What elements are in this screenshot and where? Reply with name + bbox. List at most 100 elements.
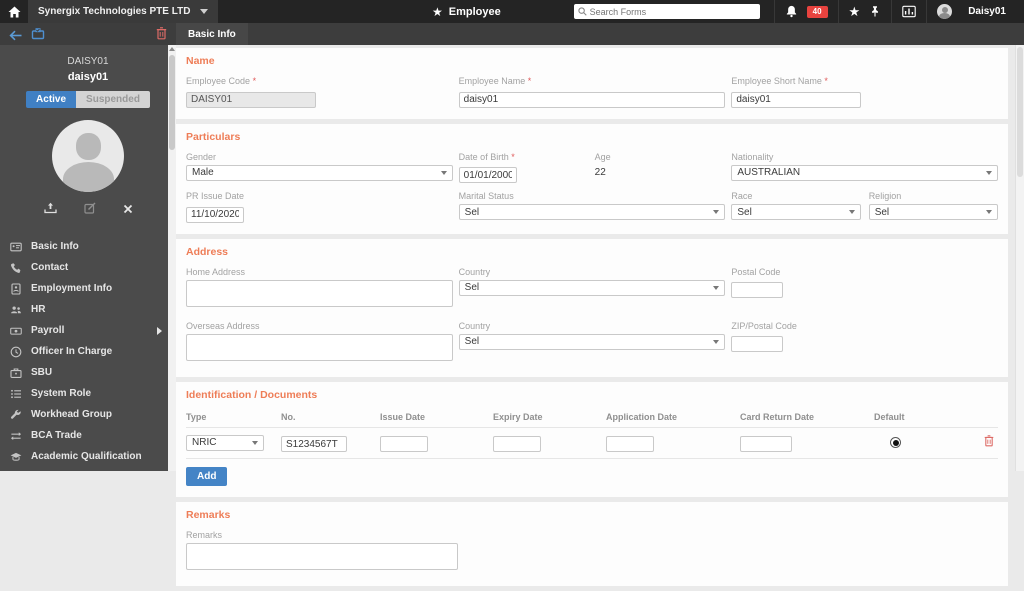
identification-table-header: Type No. Issue Date Expiry Date Applicat… — [186, 411, 905, 422]
people-icon — [11, 305, 21, 313]
save-button[interactable] — [31, 27, 45, 45]
section-address: Address Home Address Country Sel Postal … — [176, 238, 1008, 377]
sidebar-employee-name: daisy01 — [67, 71, 109, 83]
username: Daisy01 — [968, 6, 1006, 17]
user-avatar — [937, 4, 953, 19]
overseas-country-select[interactable]: Sel — [458, 333, 726, 350]
pr-issue-date-field[interactable] — [186, 206, 244, 223]
sidebar-item-sbu[interactable]: SBU — [0, 362, 176, 383]
search-input[interactable] — [589, 6, 756, 17]
bell-icon[interactable] — [785, 5, 798, 18]
employee-short-name-field[interactable] — [731, 91, 862, 108]
chevron-down-icon — [986, 210, 993, 214]
sidebar-item-academic-qualification[interactable]: Academic Qualification — [0, 446, 176, 467]
status-active-button[interactable]: Active — [26, 91, 77, 108]
status-toggle: Active Suspended — [0, 91, 176, 108]
close-icon — [123, 204, 132, 214]
chevron-down-icon — [713, 339, 720, 344]
search-icon — [577, 7, 587, 16]
chevron-down-icon — [986, 170, 993, 175]
upload-photo-button[interactable] — [43, 201, 57, 219]
zip-postal-code-field[interactable] — [731, 336, 784, 352]
wrench-icon — [10, 409, 21, 419]
home-button[interactable] — [0, 0, 28, 23]
sidebar-toolbar — [0, 23, 176, 45]
avatar-silhouette — [76, 133, 101, 160]
notification-count-badge[interactable]: 40 — [806, 5, 828, 18]
employee-name-field[interactable] — [458, 91, 726, 108]
pin-icon[interactable] — [869, 5, 881, 18]
race-select[interactable]: Sel — [731, 204, 861, 220]
chevron-down-icon — [200, 9, 209, 14]
nationality-select[interactable]: AUSTRALIAN — [731, 164, 999, 181]
marital-status-select[interactable]: Sel — [458, 204, 726, 220]
add-identification-button[interactable]: Add — [186, 467, 228, 486]
trash-icon — [156, 27, 167, 40]
chevron-down-icon — [713, 285, 720, 290]
tab-bar: Basic Info — [0, 23, 1024, 45]
sidebar-item-bca-trade[interactable]: BCA Trade — [0, 425, 176, 446]
save-icon — [31, 28, 45, 40]
sidebar-item-officer-in-charge[interactable]: Officer In Charge — [0, 341, 176, 362]
issue-date-field[interactable] — [380, 436, 428, 452]
sidebar-item-contact[interactable]: Contact — [0, 257, 176, 278]
id-type-select[interactable]: NRIC — [186, 434, 264, 451]
delete-record-button[interactable] — [156, 27, 167, 45]
sidebar-scrollbar[interactable] — [168, 45, 176, 471]
date-of-birth-field[interactable] — [458, 167, 517, 183]
company-name: Synergix Technologies PTE LTD — [38, 6, 191, 17]
user-group[interactable]: Daisy01 — [926, 0, 1024, 23]
status-suspended-button[interactable]: Suspended — [76, 91, 150, 108]
sidebar-item-employment-info[interactable]: Employment Info — [0, 278, 176, 299]
remove-photo-button[interactable] — [123, 201, 133, 219]
favorite-star-icon[interactable]: ★ — [432, 6, 443, 18]
expiry-date-field[interactable] — [493, 436, 541, 452]
age-value: 22 — [594, 166, 606, 178]
home-icon — [8, 6, 20, 17]
postal-code-field[interactable] — [731, 282, 784, 298]
list-icon — [11, 389, 21, 398]
edit-photo-button[interactable] — [83, 201, 96, 219]
edit-icon — [83, 202, 95, 214]
sidebar-item-payroll[interactable]: Payroll — [0, 320, 176, 341]
religion-select[interactable]: Sel — [868, 204, 999, 220]
application-date-field[interactable] — [606, 436, 654, 452]
country-select[interactable]: Sel — [458, 279, 726, 296]
trash-icon — [984, 435, 994, 447]
sidebar-item-basic-info[interactable]: Basic Info — [0, 236, 176, 257]
company-selector[interactable]: Synergix Technologies PTE LTD — [28, 0, 219, 23]
delete-row-button[interactable] — [984, 434, 994, 452]
phone-icon — [10, 262, 21, 273]
chart-icon[interactable] — [902, 5, 916, 18]
chevron-down-icon — [440, 170, 447, 175]
clock-icon — [10, 346, 22, 357]
dashboard-group — [891, 0, 926, 23]
default-radio[interactable] — [890, 437, 901, 449]
back-button[interactable] — [9, 28, 23, 46]
section-identification: Identification / Documents Type No. Issu… — [176, 381, 1008, 497]
sidebar-item-hr[interactable]: HR — [0, 299, 176, 320]
graduation-cap-icon — [10, 452, 22, 461]
upload-icon — [43, 202, 57, 214]
home-address-field[interactable] — [186, 279, 453, 307]
submenu-arrow-icon — [157, 326, 162, 335]
overseas-address-field[interactable] — [186, 333, 453, 361]
topbar: Synergix Technologies PTE LTD ★ Employee… — [0, 0, 1024, 23]
search-forms-box[interactable] — [573, 4, 760, 19]
gender-select[interactable]: Male — [186, 164, 453, 181]
main-scrollbar[interactable] — [1015, 45, 1024, 471]
remarks-field[interactable] — [186, 543, 458, 570]
scrollbar-thumb — [169, 55, 175, 150]
star-icon[interactable]: ★ — [849, 5, 861, 18]
section-particulars: Particulars Gender Male Date of Birth * — [176, 123, 1008, 234]
tab-basic-info[interactable]: Basic Info — [176, 23, 248, 45]
id-card-icon — [10, 242, 22, 251]
scroll-up-arrow-icon — [169, 47, 175, 51]
sidebar-item-system-role[interactable]: System Role — [0, 383, 176, 404]
card-return-date-field[interactable] — [740, 436, 792, 452]
sidebar-employee-code: DAISY01 — [67, 56, 109, 67]
sidebar-item-workhead-group[interactable]: Workhead Group — [0, 404, 176, 425]
sidebar-menu: Basic Info Contact Employment Info HR Pa… — [0, 236, 176, 467]
id-number-field[interactable] — [281, 436, 347, 452]
main-content: Name Employee Code * Employee Name * Emp… — [176, 45, 1024, 586]
